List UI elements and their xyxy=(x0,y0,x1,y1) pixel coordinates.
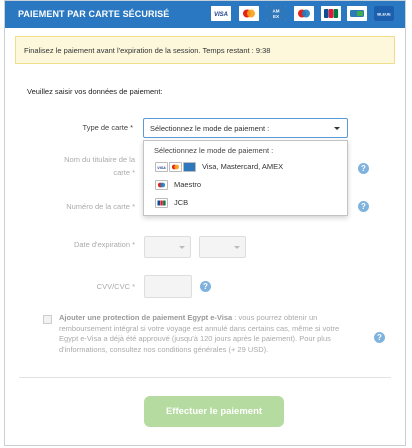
divider xyxy=(19,377,391,378)
payment-protection-title: Ajouter une protection de paiement Egypt… xyxy=(59,313,233,322)
mastercard-icon xyxy=(239,6,259,21)
option-jcb[interactable]: JCB xyxy=(144,194,347,210)
help-icon[interactable]: ? xyxy=(374,332,385,343)
expiry-date-label: Date d'expiration * xyxy=(73,240,135,249)
jcb-icon xyxy=(321,6,341,21)
svg-text:BLEUE: BLEUE xyxy=(377,12,391,17)
payment-protection-checkbox[interactable] xyxy=(43,315,52,324)
amex-icon: AM EX xyxy=(266,6,286,21)
card-type-label: Type de carte * xyxy=(82,123,133,132)
payment-title: PAIEMENT PAR CARTE SÉCURISÉ xyxy=(18,9,170,19)
card-type-value: Sélectionnez le mode de paiement : xyxy=(150,124,270,133)
payment-header: PAIEMENT PAR CARTE SÉCURISÉ VISA AM EX BL… xyxy=(5,1,405,28)
form-intro: Veuillez saisir vos données de paiement: xyxy=(27,87,163,96)
maestro-icon xyxy=(155,180,168,190)
payment-panel: PAIEMENT PAR CARTE SÉCURISÉ VISA AM EX BL… xyxy=(4,0,406,446)
session-timer-notice: Finalisez le paiement avant l'expiration… xyxy=(15,36,395,64)
chevron-down-icon xyxy=(179,246,185,249)
mastercard-icon xyxy=(169,162,182,172)
expiry-month-select[interactable] xyxy=(144,236,191,258)
jcb-icon xyxy=(155,198,168,208)
help-icon[interactable]: ? xyxy=(200,281,211,292)
svg-text:EX: EX xyxy=(273,14,279,19)
payment-protection-text: Ajouter une protection de paiement Egypt… xyxy=(59,313,359,355)
cvv-input[interactable] xyxy=(144,275,192,298)
cvv-label: CVV/CVC * xyxy=(96,282,135,291)
e-bleue-icon: BLEUE xyxy=(374,6,394,21)
cardholder-name-label: Nom du titulaire de la carte * xyxy=(64,155,135,177)
card-number-label: Numéro de la carte * xyxy=(66,202,135,211)
dropdown-header: Sélectionnez le mode de paiement : xyxy=(154,146,274,155)
help-icon[interactable]: ? xyxy=(358,163,369,174)
chevron-down-icon xyxy=(234,246,240,249)
submit-payment-button[interactable]: Effectuer le paiement xyxy=(144,396,284,427)
maestro-icon xyxy=(294,6,314,21)
help-icon[interactable]: ? xyxy=(358,201,369,212)
cb-icon xyxy=(347,6,367,21)
card-type-dropdown: Sélectionnez le mode de paiement : VISA … xyxy=(143,140,348,216)
session-timer-text: Finalisez le paiement avant l'expiration… xyxy=(24,46,271,55)
svg-text:VISA: VISA xyxy=(214,12,228,18)
option-visa-mastercard-amex[interactable]: VISA Visa, Mastercard, AMEX xyxy=(144,158,347,174)
card-type-select[interactable]: Sélectionnez le mode de paiement : xyxy=(143,118,348,138)
option-maestro[interactable]: Maestro xyxy=(144,176,347,192)
visa-icon: VISA xyxy=(155,162,168,172)
visa-icon: VISA xyxy=(211,6,231,21)
expiry-year-select[interactable] xyxy=(199,236,246,258)
svg-text:AM: AM xyxy=(273,9,280,14)
amex-icon xyxy=(183,162,196,172)
svg-text:VISA: VISA xyxy=(157,166,166,170)
chevron-down-icon xyxy=(334,127,340,130)
